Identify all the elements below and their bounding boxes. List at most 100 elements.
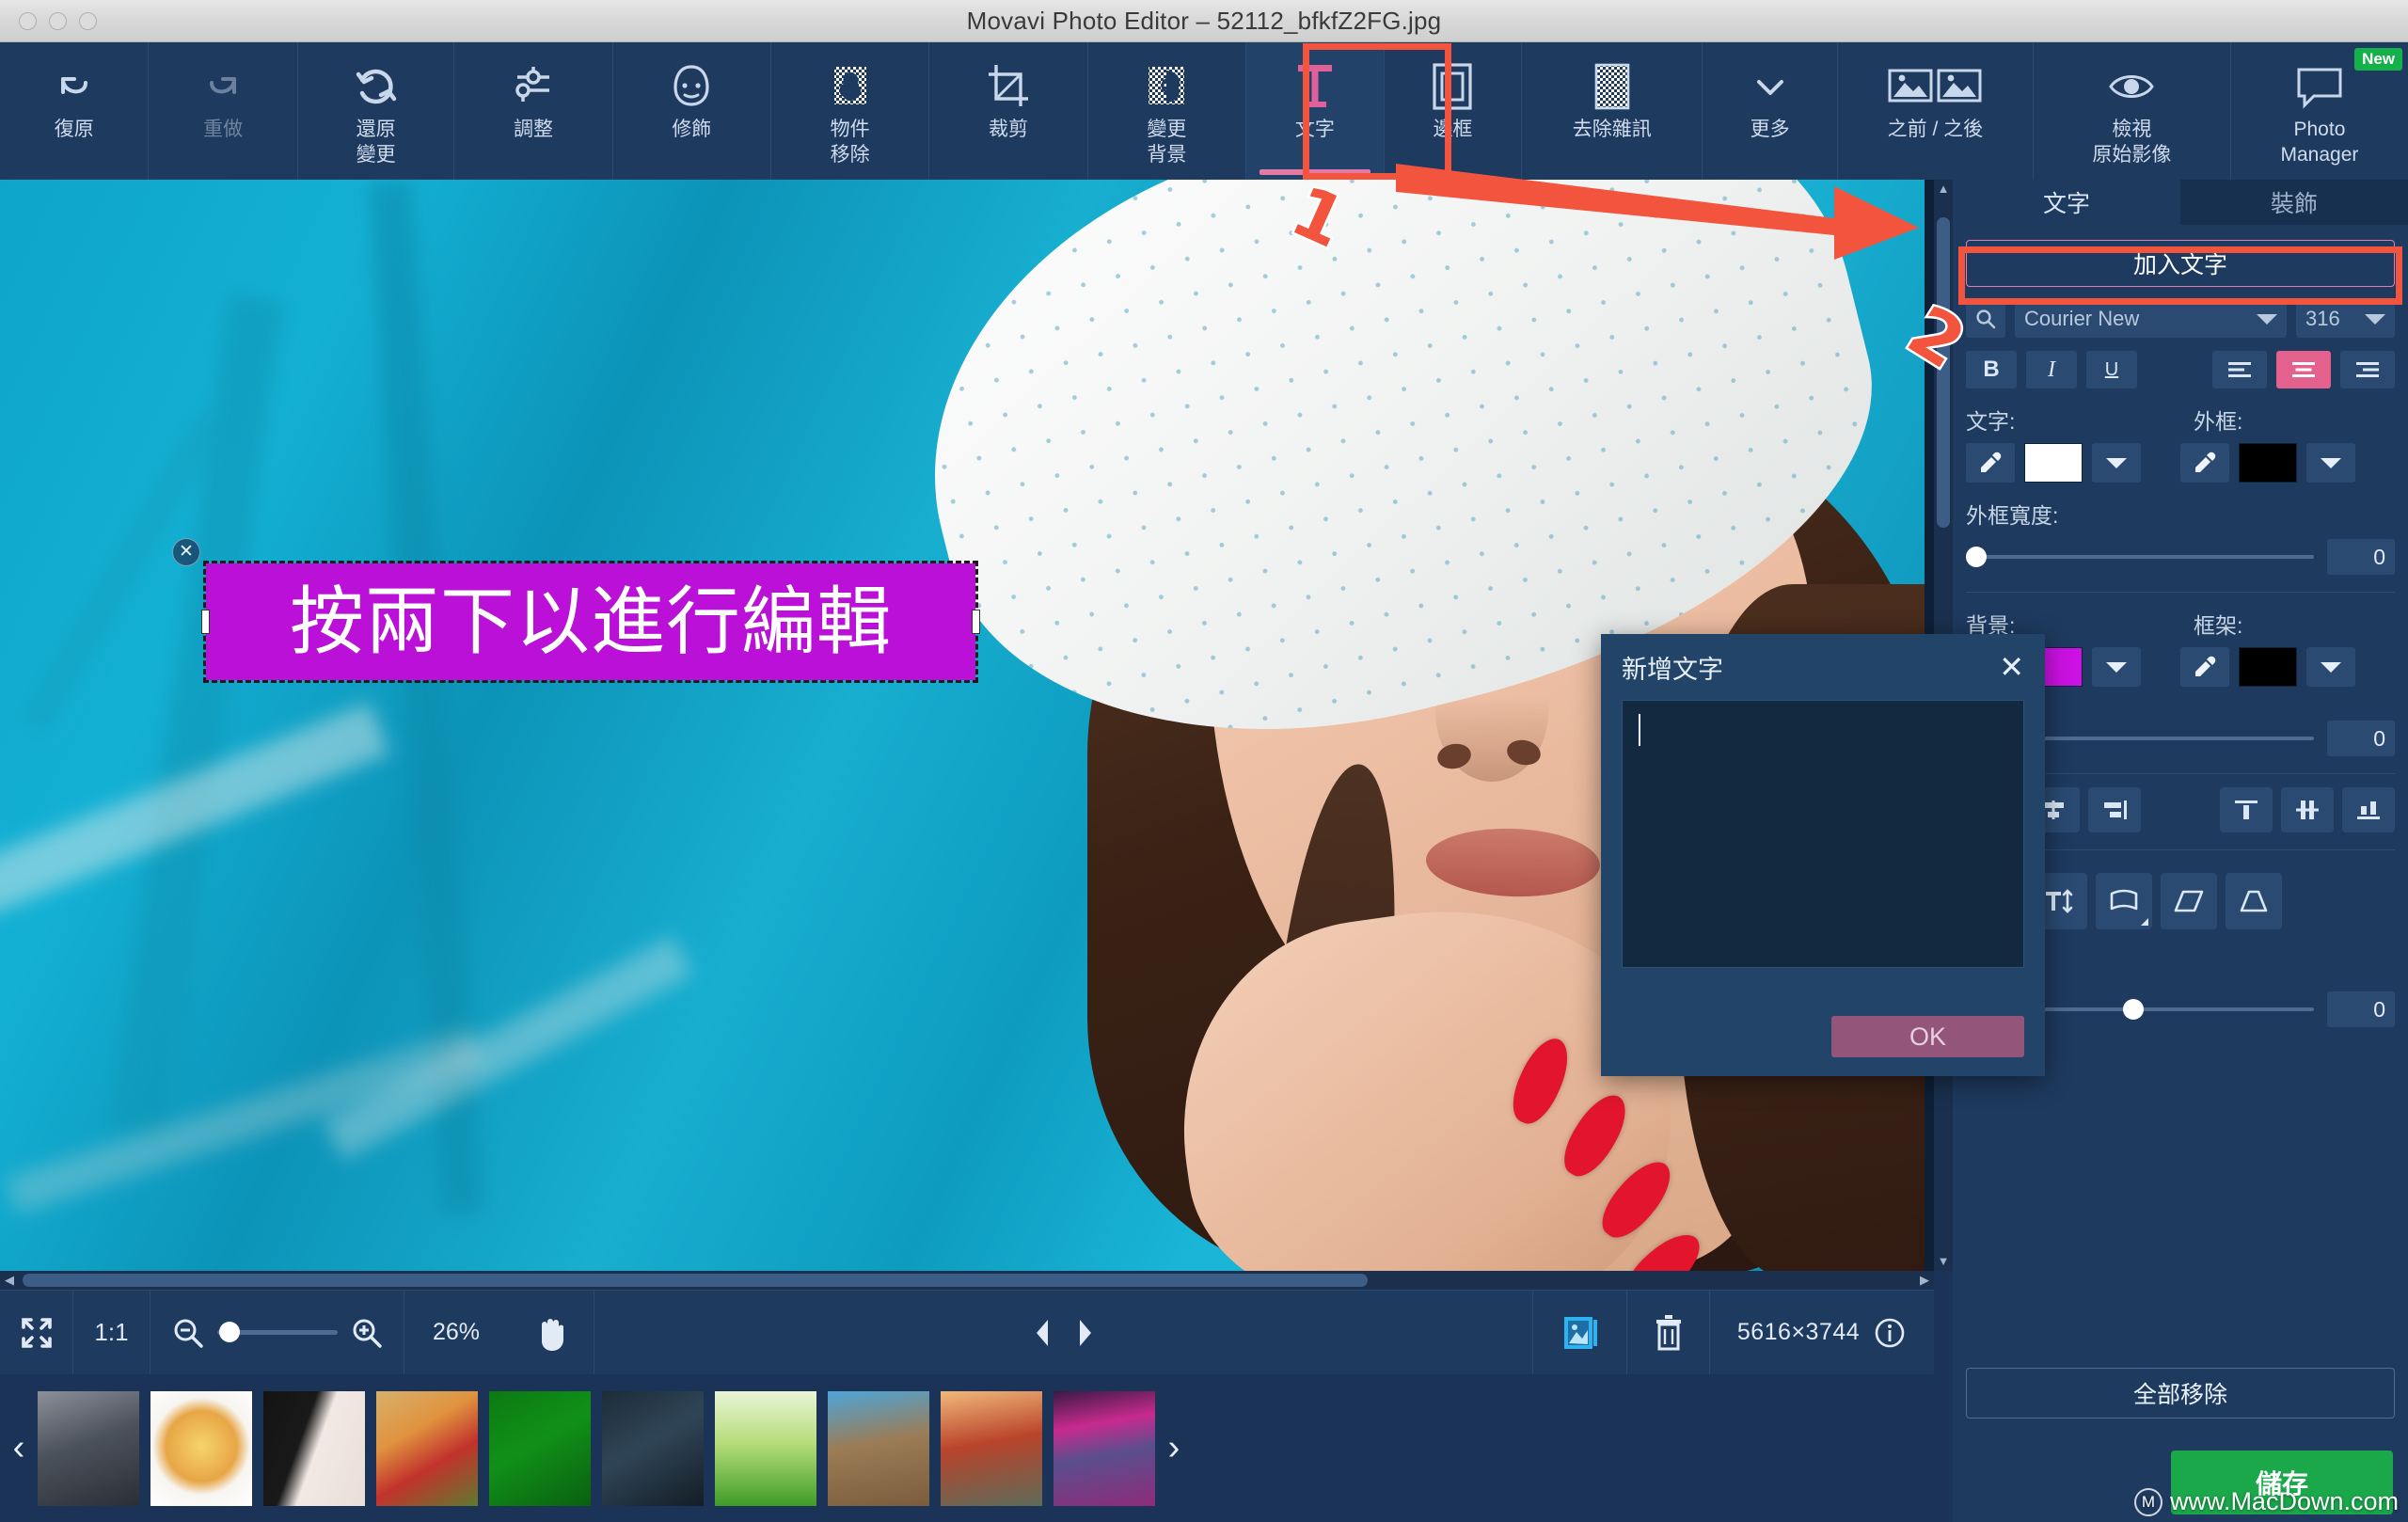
- outline-width-knob[interactable]: [1966, 547, 1987, 567]
- list-item[interactable]: [489, 1390, 591, 1506]
- watermark-logo: M: [2133, 1487, 2162, 1516]
- toolbar-photo-manager[interactable]: New Photo Manager: [2231, 42, 2408, 180]
- canvas-horizontal-scrollbar[interactable]: ◀ ▶: [0, 1271, 1934, 1290]
- toolbar-change-bg-line2: 背景: [1147, 143, 1187, 166]
- fit-to-screen-button[interactable]: [0, 1290, 73, 1375]
- outline-width-value[interactable]: 0: [2327, 539, 2395, 575]
- previous-image-icon[interactable]: [1030, 1317, 1054, 1349]
- list-item[interactable]: [1054, 1390, 1155, 1506]
- frame-color-swatch[interactable]: [2239, 647, 2297, 687]
- scroll-down-arrow-icon[interactable]: ▼: [1934, 1252, 1953, 1271]
- delete-image-button[interactable]: [1627, 1290, 1710, 1375]
- toolbar-adjust[interactable]: 調整: [454, 42, 613, 180]
- close-icon[interactable]: ✕: [1999, 652, 2024, 682]
- frame-color-eyedropper[interactable]: [2180, 647, 2229, 687]
- list-item[interactable]: [941, 1390, 1042, 1506]
- align-center-button[interactable]: [2276, 351, 2331, 388]
- compare-images-button[interactable]: [1533, 1290, 1627, 1375]
- delete-text-object-button[interactable]: ✕: [172, 538, 200, 566]
- font-family-select[interactable]: Courier New: [2015, 300, 2287, 338]
- toolbar-more[interactable]: 更多: [1703, 42, 1838, 180]
- text-color-swatch[interactable]: [2024, 443, 2083, 483]
- list-item[interactable]: [263, 1390, 365, 1506]
- text-color-dropdown[interactable]: [2092, 443, 2141, 483]
- scroll-left-arrow-icon[interactable]: ◀: [0, 1271, 19, 1290]
- toolbar-revert-changes[interactable]: 還原 變更: [298, 42, 455, 180]
- toolbar-frame[interactable]: 邊框: [1385, 42, 1523, 180]
- scroll-up-arrow-icon[interactable]: ▲: [1934, 180, 1953, 198]
- toolbar-text-tool[interactable]: 文字: [1246, 42, 1385, 180]
- list-item[interactable]: [715, 1390, 816, 1506]
- frame-color-dropdown[interactable]: [2306, 647, 2355, 687]
- next-image-icon[interactable]: [1073, 1317, 1098, 1349]
- toolbar-text-label: 文字: [1294, 119, 1335, 140]
- info-icon[interactable]: [1873, 1316, 1907, 1350]
- background-color-dropdown[interactable]: [2092, 647, 2141, 687]
- outline-color-swatch[interactable]: [2239, 443, 2297, 483]
- zoom-out-icon[interactable]: [172, 1317, 204, 1349]
- align-object-top-button[interactable]: [2220, 787, 2273, 832]
- filmstrip-next-arrow[interactable]: ›: [1155, 1428, 1193, 1468]
- outline-width-slider[interactable]: [1966, 547, 2314, 567]
- tab-text[interactable]: 文字: [1953, 180, 2180, 225]
- toolbar-object-removal[interactable]: 物件 移除: [771, 42, 930, 180]
- toolbar-redo[interactable]: 重做: [149, 42, 298, 180]
- add-text-button[interactable]: 加入文字: [1966, 240, 2395, 287]
- align-object-bottom-button[interactable]: [2342, 787, 2395, 832]
- italic-button[interactable]: I: [2026, 351, 2077, 388]
- zoom-slider-knob[interactable]: [218, 1322, 240, 1342]
- text-color-eyedropper[interactable]: [1966, 443, 2015, 483]
- text-input-textarea[interactable]: [1622, 700, 2024, 968]
- transform-trapezoid-button[interactable]: [2226, 873, 2282, 929]
- align-object-middle-button[interactable]: [2281, 787, 2334, 832]
- horizontal-scroll-thumb[interactable]: [23, 1274, 1368, 1287]
- zoom-slider[interactable]: [216, 1322, 338, 1342]
- filmstrip-prev-arrow[interactable]: ‹: [0, 1428, 38, 1468]
- toolbar-redo-label: 重做: [203, 119, 244, 140]
- actual-size-button[interactable]: 1:1: [73, 1290, 150, 1375]
- angle-knob[interactable]: [2122, 999, 2144, 1020]
- list-item[interactable]: [376, 1390, 478, 1506]
- bold-button[interactable]: B: [1966, 351, 2017, 388]
- transform-skew-button[interactable]: [2161, 873, 2217, 929]
- font-size-select[interactable]: 316: [2296, 300, 2395, 338]
- dialog-ok-button[interactable]: OK: [1831, 1016, 2024, 1057]
- tab-decoration[interactable]: 裝飾: [2180, 180, 2408, 225]
- toolbar-crop[interactable]: 裁剪: [929, 42, 1088, 180]
- list-item[interactable]: [828, 1390, 929, 1506]
- toolbar-revert-label-line1: 還原: [356, 119, 396, 140]
- transform-arc-button[interactable]: [2096, 873, 2152, 929]
- underline-button[interactable]: U: [2086, 351, 2137, 388]
- hand-tool-button[interactable]: [508, 1290, 594, 1375]
- resize-handle-left[interactable]: [201, 610, 210, 634]
- align-left-button[interactable]: [2212, 351, 2267, 388]
- toolbar-before-after[interactable]: 之前 / 之後: [1838, 42, 2034, 180]
- text-tool-icon: [1290, 57, 1340, 116]
- align-object-right-button[interactable]: [2088, 787, 2141, 832]
- outline-color-eyedropper[interactable]: [2180, 443, 2229, 483]
- zoom-in-icon[interactable]: [351, 1317, 383, 1349]
- photo-manager-icon: [2293, 57, 2346, 116]
- canvas-text-object[interactable]: 按兩下以進行編輯: [201, 561, 980, 683]
- outline-color-dropdown[interactable]: [2306, 443, 2355, 483]
- toolbar-change-background[interactable]: 變更 背景: [1088, 42, 1247, 180]
- expand-corner-icon: [2141, 918, 2148, 926]
- view-original-icon: [2106, 57, 2157, 116]
- list-item[interactable]: [38, 1390, 139, 1506]
- frame-width-value[interactable]: 0: [2327, 721, 2395, 756]
- resize-handle-right[interactable]: [972, 610, 980, 634]
- toolbar-view-original[interactable]: 檢視 原始影像: [2034, 42, 2231, 180]
- sidebar-tabs: 文字 裝飾: [1953, 180, 2408, 225]
- list-item[interactable]: [602, 1390, 704, 1506]
- toolbar-undo-label: 復原: [54, 119, 94, 140]
- remove-all-button[interactable]: 全部移除: [1966, 1368, 2395, 1419]
- font-row: Courier New 316: [1953, 300, 2408, 338]
- toolbar-retouch[interactable]: 修飾: [613, 42, 771, 180]
- angle-value[interactable]: 0: [2327, 991, 2395, 1027]
- align-right-button[interactable]: [2340, 351, 2395, 388]
- add-text-dialog: 新增文字 ✕ OK: [1601, 634, 2045, 1076]
- toolbar-denoise[interactable]: 去除雜訊: [1522, 42, 1703, 180]
- scroll-right-arrow-icon[interactable]: ▶: [1915, 1271, 1934, 1290]
- list-item[interactable]: [150, 1390, 252, 1506]
- toolbar-undo[interactable]: 復原: [0, 42, 150, 180]
